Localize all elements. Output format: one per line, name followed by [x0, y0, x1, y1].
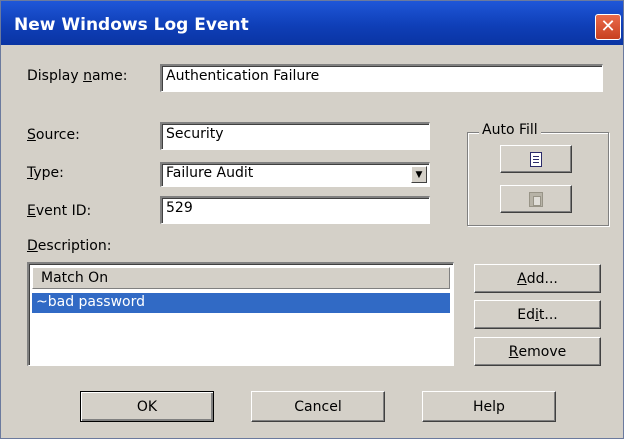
- chevron-down-icon[interactable]: ▼: [411, 166, 427, 183]
- auto-fill-copy-button[interactable]: [500, 145, 572, 173]
- clipboard-icon: [529, 191, 543, 207]
- dialog-window: New Windows Log Event ✕ Display name: Au…: [0, 0, 624, 439]
- auto-fill-paste-button[interactable]: [500, 185, 572, 213]
- column-header-match-on[interactable]: Match On: [32, 267, 450, 289]
- add-button[interactable]: Add...: [474, 264, 601, 293]
- ok-button[interactable]: OK: [80, 391, 214, 422]
- display-name-label: Display name:: [27, 68, 128, 84]
- help-button[interactable]: Help: [422, 391, 556, 422]
- window-title: New Windows Log Event: [14, 15, 249, 35]
- description-list[interactable]: Match On ~bad password: [27, 262, 454, 366]
- source-field[interactable]: Security: [160, 122, 430, 150]
- auto-fill-title: Auto Fill: [479, 122, 541, 138]
- source-label: Source:: [27, 127, 80, 143]
- cancel-button[interactable]: Cancel: [251, 391, 385, 422]
- title-bar[interactable]: New Windows Log Event ✕: [1, 1, 623, 45]
- description-label: Description:: [27, 238, 112, 254]
- type-label: Type:: [27, 165, 64, 181]
- list-item[interactable]: ~bad password: [32, 293, 450, 313]
- remove-button[interactable]: Remove: [474, 337, 601, 366]
- close-button[interactable]: ✕: [595, 14, 621, 40]
- type-select[interactable]: Failure Audit ▼: [160, 162, 430, 187]
- edit-button[interactable]: Ed i t...: [474, 300, 601, 329]
- document-icon: [530, 151, 542, 167]
- close-icon: ✕: [600, 16, 616, 37]
- display-name-field[interactable]: Authentication Failure: [160, 64, 603, 92]
- event-id-label: Event ID:: [27, 203, 92, 219]
- event-id-field[interactable]: 529: [160, 196, 430, 224]
- type-select-value: Failure Audit: [166, 165, 254, 181]
